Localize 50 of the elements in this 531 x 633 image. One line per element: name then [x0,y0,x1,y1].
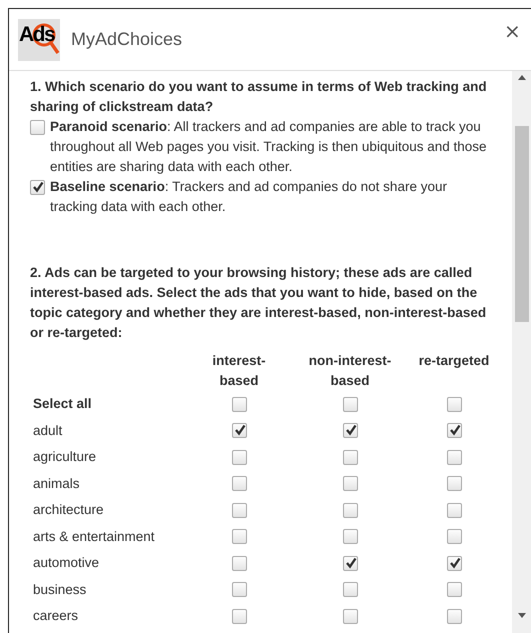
scroll-up-icon[interactable] [518,75,526,80]
checkbox[interactable] [232,450,246,465]
option-text: Paranoid scenario: All trackers and ad companies are able to track you throughout all Web pages you visit. Tracking is then ubiquitous and those entities are sharing data with each other. [50,118,488,176]
checkbox[interactable] [232,556,246,571]
checkbox[interactable] [342,556,358,571]
question-text: 2. Ads can be targeted to your browsing history; these ads are called interest-based ads. Select the ads that you want to hide, based on the topic category and whether they are interest-based, non-interest-based or re-targeted: [30,264,488,342]
checkbox[interactable] [342,582,358,598]
checkbox[interactable] [342,450,358,465]
checkbox[interactable] [232,529,246,544]
checkbox[interactable] [232,502,246,518]
window-title: MyAdChoices [71,29,182,50]
select-all-label: Select all [32,395,93,413]
checkbox[interactable] [232,396,246,412]
checkbox[interactable] [232,582,246,598]
checkbox[interactable] [30,120,45,135]
column-header: re-targeted [418,352,490,370]
column-header: non-interest-based [308,352,392,390]
checkbox[interactable] [342,423,358,438]
checkbox[interactable] [342,396,358,412]
category-label: animals [32,474,81,492]
checkbox[interactable] [446,450,462,465]
category-label: arts & entertainment [32,528,156,546]
checkbox[interactable] [342,529,358,544]
question-text: 1. Which scenario do you want to assume in terms of Web tracking and sharing of clickstream data? [30,78,488,116]
scroll-down-icon[interactable] [518,613,526,618]
scrollbar[interactable] [512,71,531,633]
category-label: agriculture [32,448,98,466]
checkbox[interactable] [446,396,462,412]
checkbox[interactable] [30,180,45,195]
category-label: adult [32,422,64,440]
close-button[interactable]: × [504,19,521,43]
column-header: interest-based [211,352,267,390]
checkbox[interactable] [232,608,246,624]
checkbox[interactable] [446,608,462,624]
checkbox[interactable] [342,502,358,518]
checkbox[interactable] [446,582,462,598]
category-label: architecture [32,501,105,519]
checkbox[interactable] [232,423,246,438]
checkbox[interactable] [446,502,462,518]
checkbox[interactable] [446,423,462,438]
category-label: business [32,580,88,598]
category-label: careers [32,607,80,625]
checkbox[interactable] [342,476,358,492]
category-label: automotive [32,554,100,572]
checkbox[interactable] [446,529,462,544]
option-text: Baseline scenario: Trackers and ad companies do not share your tracking data with each other. [50,178,448,216]
checkbox[interactable] [232,476,246,492]
checkbox[interactable] [342,608,358,624]
checkbox[interactable] [446,556,462,571]
checkbox[interactable] [446,476,462,492]
